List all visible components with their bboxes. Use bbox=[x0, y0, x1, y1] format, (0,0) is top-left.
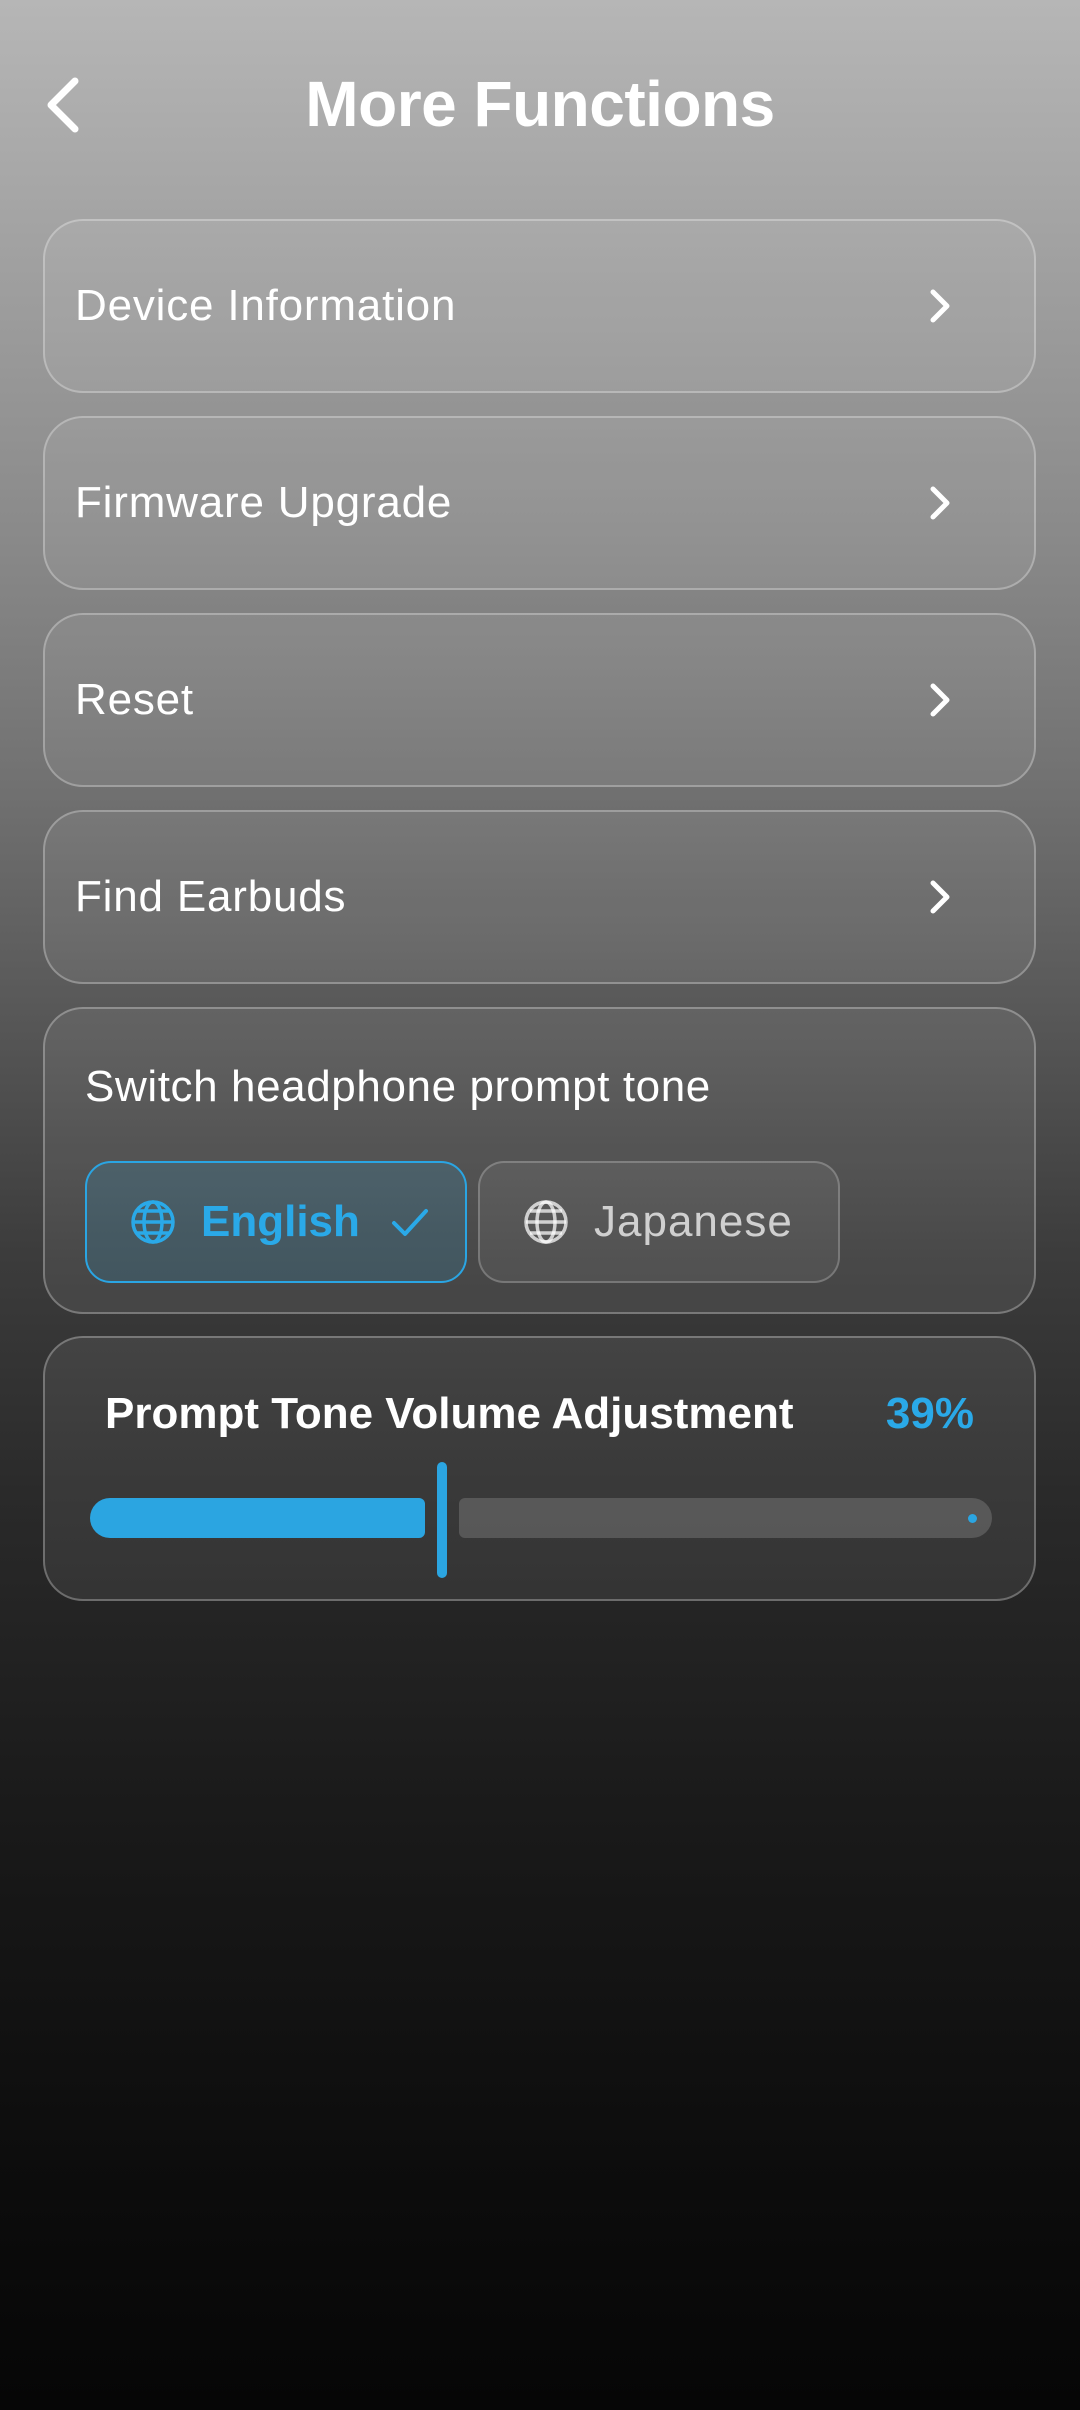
prompt-tone-card: Switch headphone prompt tone English Jap… bbox=[43, 1007, 1036, 1314]
firmware-upgrade-row[interactable]: Firmware Upgrade bbox=[43, 416, 1036, 590]
header: More Functions bbox=[0, 0, 1080, 210]
prompt-tone-title: Switch headphone prompt tone bbox=[85, 1062, 711, 1111]
chevron-right-icon bbox=[930, 683, 950, 717]
volume-card: Prompt Tone Volume Adjustment 39% bbox=[43, 1336, 1036, 1601]
chevron-right-icon bbox=[930, 880, 950, 914]
slider-fill bbox=[90, 1498, 425, 1538]
slider-track bbox=[459, 1498, 992, 1538]
slider-end-dot bbox=[968, 1514, 977, 1523]
row-label: Find Earbuds bbox=[75, 872, 347, 921]
japanese-option-button[interactable]: Japanese bbox=[478, 1161, 840, 1283]
page-title: More Functions bbox=[305, 68, 775, 140]
chevron-right-icon bbox=[930, 486, 950, 520]
device-information-row[interactable]: Device Information bbox=[43, 219, 1036, 393]
check-icon bbox=[391, 1209, 428, 1236]
globe-icon bbox=[524, 1200, 568, 1244]
row-label: Reset bbox=[75, 675, 194, 724]
slider-thumb[interactable] bbox=[437, 1462, 447, 1578]
volume-value: 39% bbox=[885, 1389, 974, 1438]
english-option-button[interactable]: English bbox=[85, 1161, 467, 1283]
row-label: Device Information bbox=[75, 281, 457, 330]
find-earbuds-row[interactable]: Find Earbuds bbox=[43, 810, 1036, 984]
reset-row[interactable]: Reset bbox=[43, 613, 1036, 787]
volume-title: Prompt Tone Volume Adjustment bbox=[105, 1389, 794, 1438]
row-label: Firmware Upgrade bbox=[75, 478, 453, 527]
english-label: English bbox=[201, 1197, 360, 1246]
volume-slider[interactable] bbox=[90, 1448, 992, 1578]
chevron-right-icon bbox=[930, 289, 950, 323]
globe-icon bbox=[131, 1200, 175, 1244]
japanese-label: Japanese bbox=[594, 1197, 793, 1246]
